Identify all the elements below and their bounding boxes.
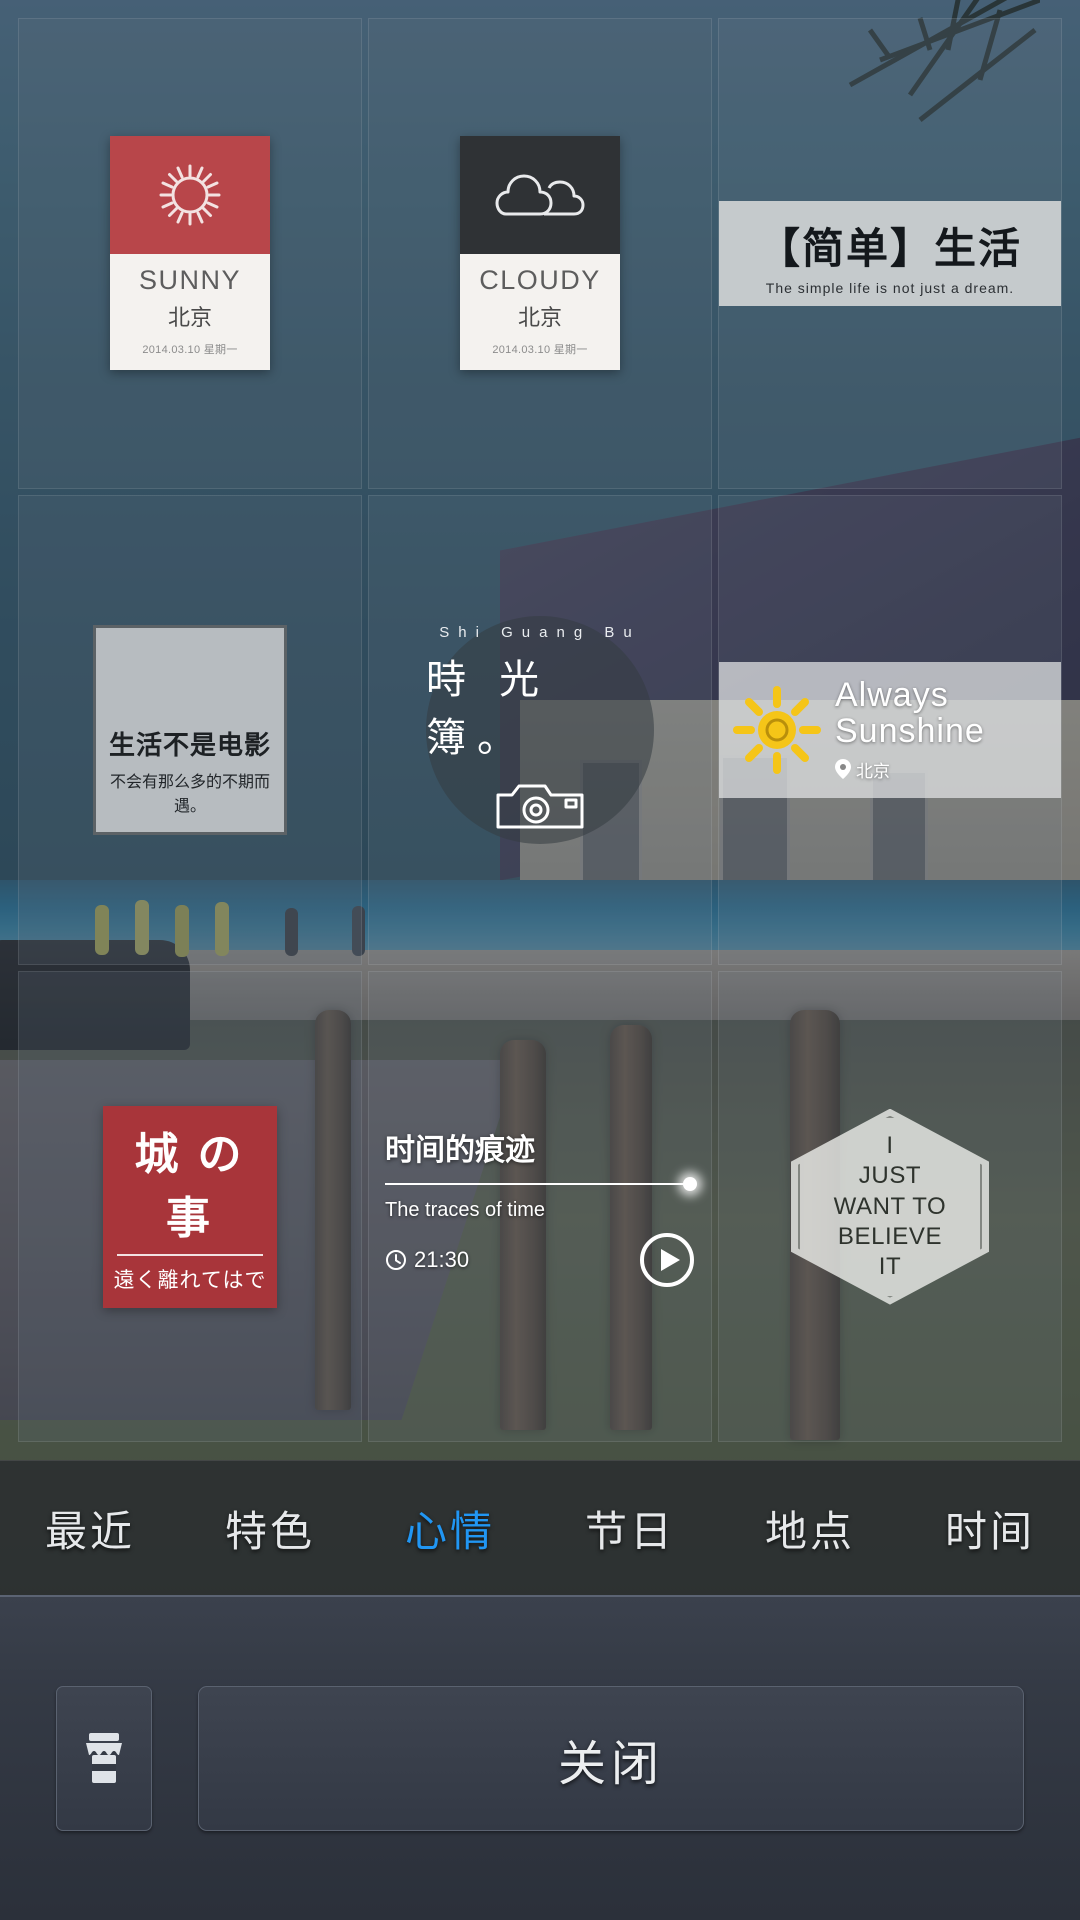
- sticker-item-cloudy[interactable]: CLOUDY 北京 2014.03.10 星期一: [368, 18, 712, 489]
- sticker-item-shi-guang-bu[interactable]: Shi Guang Bu 時 光 簿。: [368, 494, 712, 966]
- movie-quote-line1: 生活不是电影: [108, 730, 271, 760]
- store-button[interactable]: [56, 1686, 152, 1831]
- sticker-item-movie-quote[interactable]: 生活不是电影 不会有那么多的不期而遇。: [18, 494, 362, 966]
- play-icon[interactable]: [639, 1232, 695, 1288]
- believe-line-4: BELIEVE: [837, 1222, 943, 1250]
- believe-line-5: IT: [878, 1253, 902, 1280]
- sunny-card-header: [110, 136, 270, 255]
- cloudy-card-date: 2014.03.10 星期一: [492, 344, 588, 357]
- category-tab-bar: 最近 特色 心情 节日 地点 时间: [0, 1460, 1080, 1595]
- simple-life-en: The simple life is not just a dream.: [765, 279, 1015, 296]
- shi-guang-bu-pinyin: Shi Guang Bu: [439, 624, 641, 642]
- traces-subtitle: The traces of time: [385, 1199, 546, 1222]
- simple-life-card: 【简单】生活 The simple life is not just a dre…: [719, 200, 1061, 306]
- sunny-card-body: SUNNY 北京 2014.03.10 星期一: [110, 254, 270, 370]
- believe-hexagon-card: I JUST WANT TO BELIEVE IT: [791, 1108, 989, 1305]
- tab-time[interactable]: 时间: [941, 1488, 1039, 1569]
- believe-line-2: JUST: [858, 1162, 922, 1190]
- location-pin-icon: [835, 759, 851, 780]
- traces-time: 21:30: [385, 1247, 469, 1273]
- tab-location[interactable]: 地点: [761, 1488, 859, 1569]
- sunny-weather-card: SUNNY 北京 2014.03.10 星期一: [110, 136, 270, 371]
- sticker-item-believe[interactable]: I JUST WANT TO BELIEVE IT: [718, 971, 1062, 1442]
- hand-drawn-sun-icon: [733, 685, 821, 774]
- believe-line-1: I: [886, 1132, 894, 1160]
- clock-icon: [386, 1250, 406, 1271]
- movie-quote-line2: 不会有那么多的不期而遇。: [109, 773, 270, 815]
- camera-icon: [496, 784, 584, 829]
- sun-icon: [159, 164, 221, 226]
- city-story-divider: [117, 1253, 263, 1256]
- sunny-card-title: SUNNY: [138, 265, 241, 296]
- always-sunshine-line2: Sunshine: [835, 711, 985, 750]
- tab-holiday[interactable]: 节日: [581, 1488, 679, 1569]
- cloudy-weather-card: CLOUDY 北京 2014.03.10 星期一: [460, 136, 620, 371]
- cloudy-card-city: 北京: [517, 305, 562, 331]
- close-button[interactable]: 关闭: [198, 1686, 1024, 1831]
- traces-of-time-card: 时间的痕迹 The traces of time 21:30: [369, 1125, 711, 1288]
- shi-guang-bu-card: Shi Guang Bu 時 光 簿。: [426, 615, 654, 844]
- city-story-card: 城 の 事 遠く離れてはで: [103, 1105, 277, 1308]
- sunny-card-date: 2014.03.10 星期一: [142, 344, 238, 357]
- sticker-item-city-story[interactable]: 城 の 事 遠く離れてはで: [18, 971, 362, 1442]
- always-sunshine-card: Always Sunshine 北京: [719, 662, 1061, 798]
- simple-life-zh: 【简单】生活: [757, 226, 1022, 273]
- believe-text: I JUST WANT TO BELIEVE IT: [834, 1131, 947, 1282]
- tab-mood[interactable]: 心情: [401, 1488, 499, 1569]
- sticker-item-always-sunshine[interactable]: Always Sunshine 北京: [718, 494, 1062, 966]
- always-sunshine-text: Always Sunshine 北京: [835, 678, 985, 781]
- believe-line-3: WANT TO: [833, 1192, 947, 1220]
- shi-guang-bu-zh: 時 光 簿。: [426, 658, 551, 761]
- cloudy-card-title: CLOUDY: [479, 265, 601, 296]
- action-bar: 关闭: [0, 1595, 1080, 1920]
- cloud-icon: [495, 174, 585, 216]
- traces-footer-row: 21:30: [385, 1232, 695, 1288]
- sunny-card-city: 北京: [167, 305, 212, 331]
- traces-spark-icon: [683, 1177, 697, 1192]
- cloudy-card-header: [460, 136, 620, 255]
- city-story-line1: 城 の 事: [134, 1129, 246, 1243]
- always-sunshine-line1: Always: [835, 676, 949, 715]
- traces-progress-line: [385, 1177, 697, 1192]
- tab-featured[interactable]: 特色: [221, 1488, 319, 1569]
- movie-quote-card: 生活不是电影 不会有那么多的不期而遇。: [93, 624, 287, 835]
- sticker-grid: SUNNY 北京 2014.03.10 星期一 CLOUDY 北京 2014.0…: [0, 0, 1080, 1460]
- traces-time-value: 21:30: [414, 1247, 470, 1273]
- sticker-item-simple-life[interactable]: 【简单】生活 The simple life is not just a dre…: [718, 18, 1062, 489]
- cloudy-card-body: CLOUDY 北京 2014.03.10 星期一: [460, 254, 620, 370]
- sticker-item-traces-of-time[interactable]: 时间的痕迹 The traces of time 21:30: [368, 971, 712, 1442]
- city-story-line2: 遠く離れてはで: [113, 1267, 267, 1292]
- always-sunshine-city: 北京: [856, 761, 890, 781]
- close-button-label: 关闭: [557, 1737, 664, 1791]
- tab-recent[interactable]: 最近: [41, 1488, 139, 1569]
- traces-title: 时间的痕迹: [385, 1134, 535, 1168]
- store-icon: [86, 1732, 122, 1783]
- sticker-item-sunny[interactable]: SUNNY 北京 2014.03.10 星期一: [18, 18, 362, 489]
- always-sunshine-location: 北京: [835, 757, 985, 782]
